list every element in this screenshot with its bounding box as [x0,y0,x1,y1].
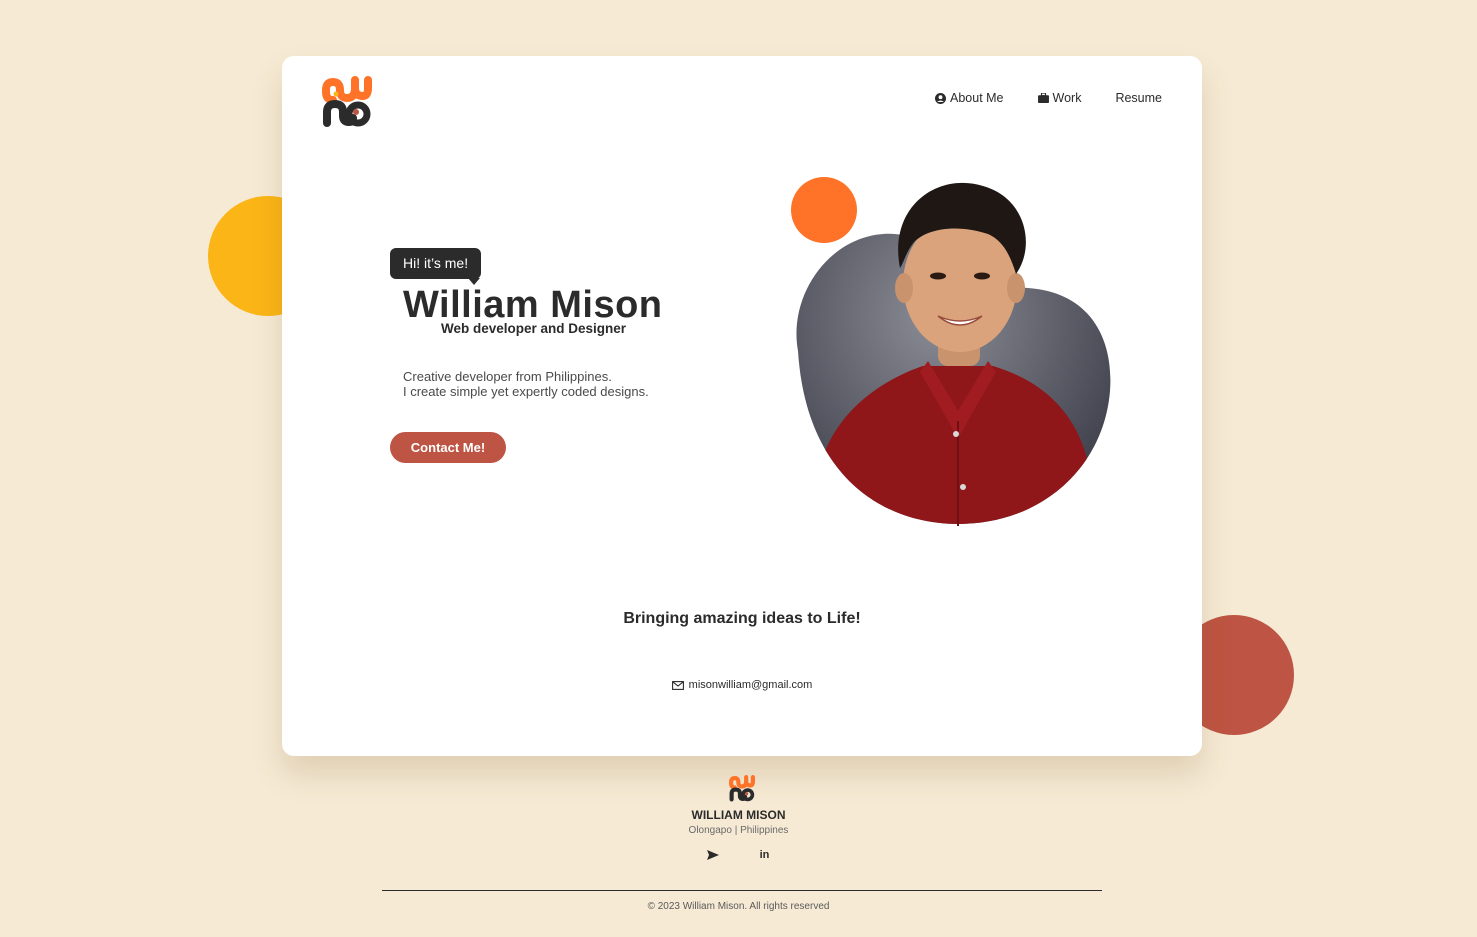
footer-location: Olongapo | Philippines [688,825,789,836]
linkedin-icon: in [759,849,770,861]
briefcase-icon [1037,93,1049,103]
mail-icon [671,680,684,690]
main-nav: About Me Work Resume [935,91,1162,105]
email-text[interactable]: misonwilliam@gmail.com [689,679,813,691]
main-card: About Me Work Resume Hi! it’s me! Willia… [282,56,1202,756]
nav-about-me-label: About Me [950,91,1004,105]
send-icon [706,850,719,860]
greeting-bubble: Hi! it’s me! [390,248,482,285]
nav-work[interactable]: Work [1037,91,1082,105]
footer-logo-icon [729,775,755,802]
footer-divider [382,890,1102,891]
nav-resume-label: Resume [1115,91,1162,105]
description-line-2: I create simple yet expertly coded desig… [403,384,649,399]
footer-name: WILLIAM MISON [691,808,786,822]
nav-about-me[interactable]: About Me [935,91,1004,105]
user-circle-icon [935,92,946,104]
nav-resume[interactable]: Resume [1115,91,1162,105]
logo-icon[interactable] [322,76,372,128]
tagline: Bringing amazing ideas to Life! [623,610,861,627]
copyright: © 2023 William Mison. All rights reserve… [647,901,830,912]
nav-work-label: Work [1052,91,1082,105]
portrait-photo [791,177,1111,526]
linkedin-link[interactable]: in [758,848,772,862]
send-link[interactable] [706,848,720,862]
description-line-1: Creative developer from Philippines. [403,369,612,384]
contact-me-button[interactable]: Contact Me! [390,432,506,463]
decor-circle-orange [791,177,857,243]
hero-role: Web developer and Designer [441,321,627,336]
hero-description: Creative developer from Philippines. I c… [403,369,649,399]
email-contact[interactable]: misonwilliam@gmail.com [282,679,1202,691]
social-links: in [0,848,1477,862]
